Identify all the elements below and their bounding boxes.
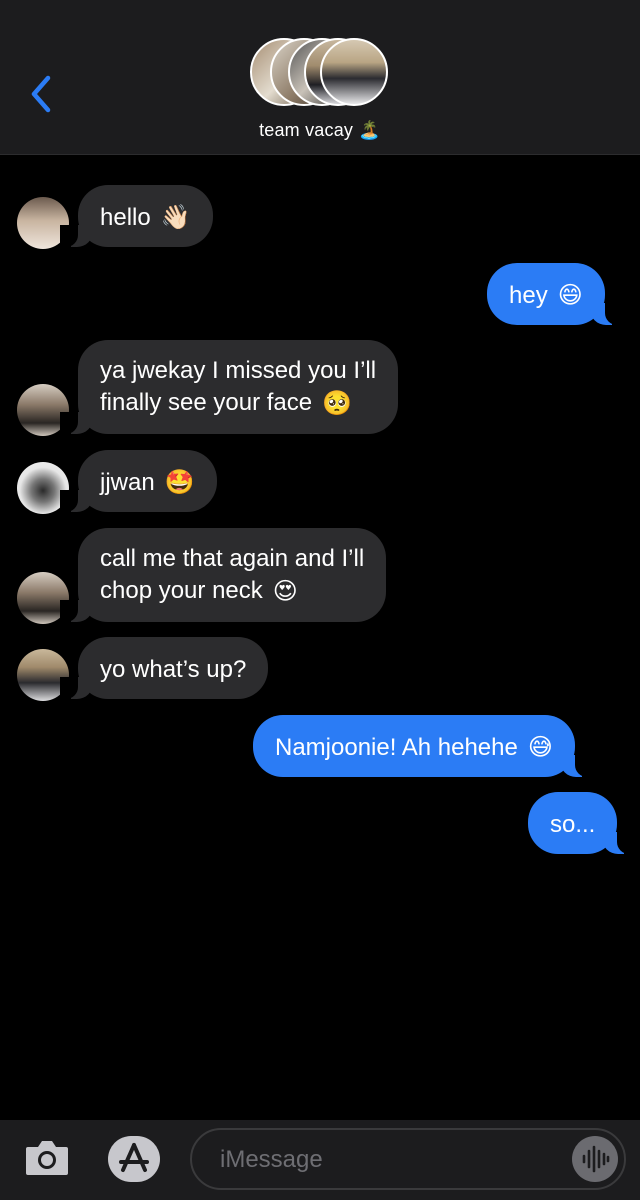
group-avatar-stack[interactable] <box>250 38 392 110</box>
pleading-face-emoji: 🥺 <box>322 389 352 417</box>
group-name-label: team vacay <box>259 119 354 140</box>
star-struck-emoji: 🤩 <box>164 469 195 497</box>
message-bubble-incoming[interactable]: jjwan 🤩 <box>60 450 217 512</box>
message-text: so... <box>550 811 596 839</box>
message-text-line: finally see your face <box>100 389 313 416</box>
app-store-glyph-icon <box>119 1143 149 1172</box>
message-text: Namjoonie! Ah hehehe <box>275 734 518 762</box>
island-emoji: 🏝️ <box>358 119 381 140</box>
message-text: hey <box>509 282 548 310</box>
message-text: yo what’s up? <box>100 656 247 684</box>
group-name[interactable]: team vacay 🏝️ <box>0 119 640 141</box>
audio-waveform-icon[interactable] <box>572 1136 618 1182</box>
heart-eyes-emoji: 😍 <box>272 577 298 605</box>
camera-icon[interactable] <box>24 1137 70 1177</box>
message-text-line: ya jwekay I missed you I’ll <box>100 357 377 384</box>
message-input-field[interactable] <box>190 1128 626 1190</box>
message-text: hello <box>100 204 151 232</box>
avatar <box>320 38 388 106</box>
waving-hand-emoji: 👋🏻 <box>160 204 191 232</box>
conversation-header: team vacay 🏝️ <box>0 0 640 155</box>
message-text-line: call me that again and I’ll <box>100 545 365 572</box>
message-bubble-incoming[interactable]: call me that again and I’ll chop your ne… <box>59 528 387 622</box>
message-bubble-incoming[interactable]: ya jwekay I missed you I’ll finally see … <box>59 340 399 434</box>
waveform-glyph-icon <box>582 1145 610 1173</box>
message-bubble-outgoing[interactable]: Namjoonie! Ah hehehe 😅 <box>253 715 593 777</box>
message-bubble-incoming[interactable]: yo what’s up? <box>59 637 269 699</box>
message-bubble-outgoing[interactable]: so... <box>528 792 636 854</box>
message-bubble-incoming[interactable]: hello 👋🏻 <box>60 185 213 247</box>
message-bubble-outgoing[interactable]: hey 😄 <box>487 263 623 325</box>
message-text-line: chop your neck <box>100 577 263 604</box>
chevron-left-icon[interactable] <box>26 72 56 116</box>
app-store-icon[interactable] <box>108 1136 160 1182</box>
grinning-face-emoji: 😄 <box>557 282 583 310</box>
message-text: jjwan <box>100 469 155 497</box>
sweat-smile-emoji: 😅 <box>527 734 553 762</box>
message-input[interactable] <box>218 1140 552 1180</box>
